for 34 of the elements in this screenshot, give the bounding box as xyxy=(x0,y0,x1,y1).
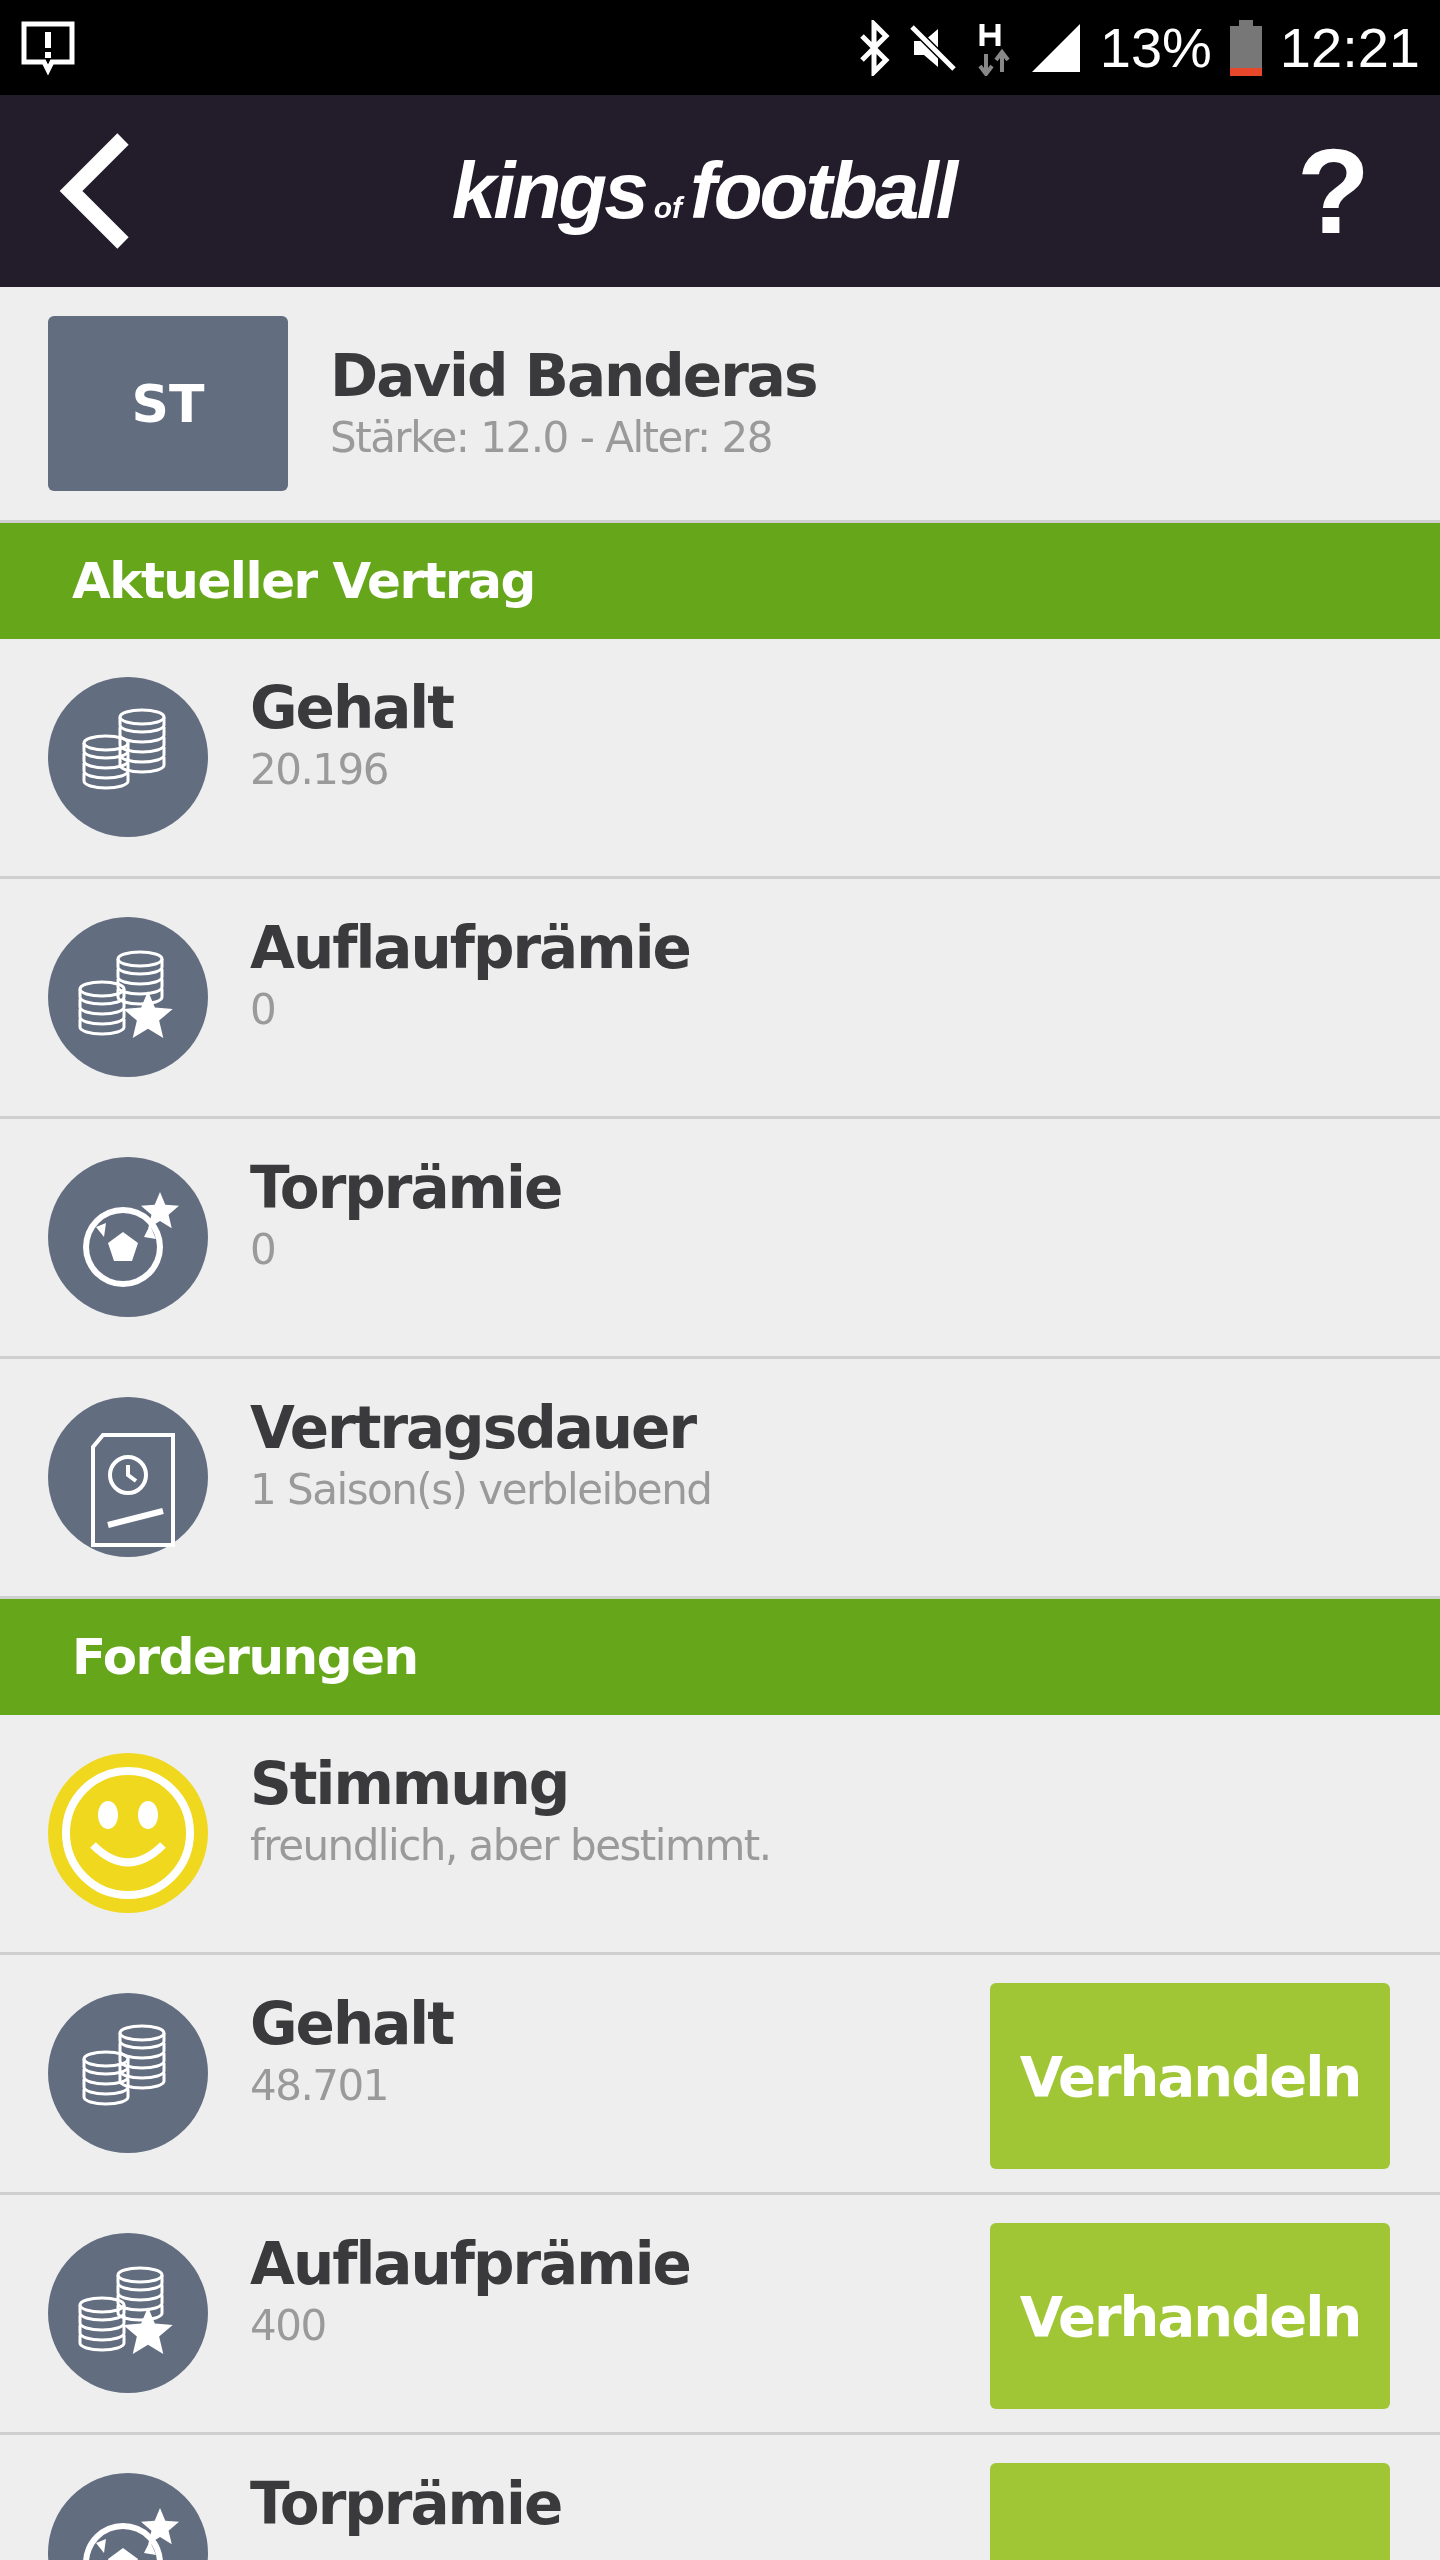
row-value: 1 Saison(s) verbleibend xyxy=(250,1464,713,1514)
row-title: Vertragsdauer xyxy=(250,1397,697,1461)
row-value: freundlich, aber bestimmt. xyxy=(250,1820,772,1870)
player-details: Stärke: 12.0 - Alter: 28 xyxy=(330,412,773,462)
row-value: 400 xyxy=(250,2300,327,2350)
row-value: 0 xyxy=(250,984,277,1034)
row-title: Torprämie xyxy=(250,2473,563,2537)
bluetooth-icon xyxy=(857,19,890,76)
row-title: Auflaufprämie xyxy=(250,917,691,981)
mute-icon xyxy=(907,22,958,73)
row-title: Auflaufprämie xyxy=(250,2233,691,2297)
battery-percent: 13% xyxy=(1099,15,1212,80)
battery-icon xyxy=(1229,19,1262,76)
row-title: Torprämie xyxy=(250,1157,563,1221)
help-button[interactable]: ? xyxy=(1266,131,1400,251)
row-value: 20.196 xyxy=(250,744,389,794)
logo: kings of football xyxy=(451,145,955,237)
negotiate-button[interactable]: Verhandeln xyxy=(990,2223,1390,2409)
row-value: 48.701 xyxy=(250,2060,389,2110)
section-header: Forderungen xyxy=(0,1599,1440,1715)
clock: 12:21 xyxy=(1279,15,1420,80)
position-badge: ST xyxy=(48,316,288,491)
section-header: Aktueller Vertrag xyxy=(0,523,1440,639)
document-clock-icon xyxy=(48,1397,208,1557)
negotiate-button[interactable]: Verhandeln xyxy=(990,1983,1390,2169)
row-title: Gehalt xyxy=(250,1993,455,2057)
alert-icon xyxy=(20,19,76,76)
row-title: Stimmung xyxy=(250,1753,570,1817)
row-title: Gehalt xyxy=(250,677,455,741)
coins-icon xyxy=(48,1993,208,2153)
player-name: David Banderas xyxy=(330,345,818,409)
row-value: 0 xyxy=(250,1224,277,1274)
coins-icon xyxy=(48,677,208,837)
smiley-icon xyxy=(48,1753,208,1913)
